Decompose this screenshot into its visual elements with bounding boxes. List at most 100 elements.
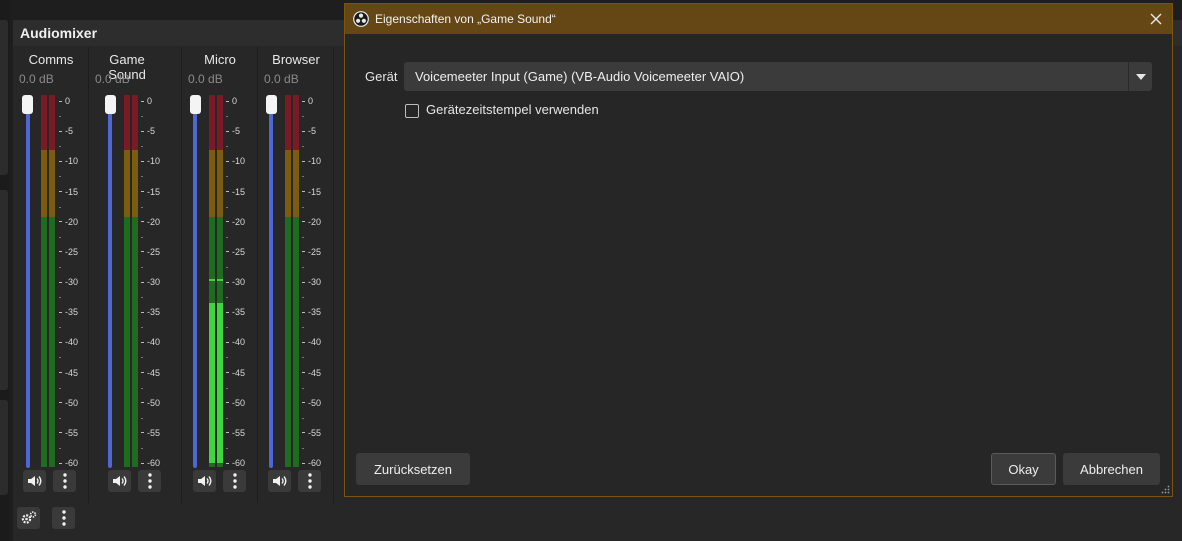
scale-minor-tick bbox=[302, 447, 307, 449]
scale-minor-tick bbox=[226, 297, 231, 299]
mute-button[interactable] bbox=[23, 470, 46, 492]
scale-label: -5 bbox=[147, 126, 156, 137]
volume-fader-handle[interactable] bbox=[190, 95, 201, 114]
dialog-title: Eigenschaften von „Game Sound“ bbox=[375, 12, 556, 26]
level-meter bbox=[209, 95, 215, 469]
scale-tick: 0 bbox=[59, 95, 70, 107]
channel-volume-db: 0.0 dB bbox=[95, 72, 130, 86]
scale-label: -40 bbox=[232, 337, 246, 348]
scale-tick: -55 bbox=[302, 427, 321, 439]
scale-tick: -5 bbox=[302, 125, 316, 137]
volume-fader-handle[interactable] bbox=[22, 95, 33, 114]
close-icon[interactable] bbox=[1146, 9, 1166, 29]
ok-button[interactable]: Okay bbox=[991, 453, 1056, 485]
peak-marker bbox=[209, 279, 215, 282]
scale-minor-tick bbox=[141, 176, 146, 178]
channel-menu-button[interactable] bbox=[298, 470, 321, 492]
scale-minor-tick bbox=[141, 146, 146, 148]
scale-label: -10 bbox=[232, 156, 246, 167]
scale-tick: -15 bbox=[59, 186, 78, 198]
mute-button[interactable] bbox=[193, 470, 216, 492]
speaker-icon bbox=[27, 476, 41, 486]
device-select[interactable]: Voicemeeter Input (Game) (VB-Audio Voice… bbox=[404, 62, 1152, 91]
level-meter bbox=[132, 95, 138, 469]
volume-fader-track[interactable] bbox=[108, 105, 112, 468]
scale-tick: -10 bbox=[302, 155, 321, 167]
scale-minor-tick bbox=[141, 116, 146, 118]
live-level bbox=[217, 303, 223, 463]
mixer-menu-button[interactable] bbox=[52, 507, 75, 529]
scale-label: -55 bbox=[232, 427, 246, 438]
scale-tick: 0 bbox=[302, 95, 313, 107]
level-meter bbox=[49, 95, 55, 469]
mixer-settings-button[interactable] bbox=[17, 507, 40, 529]
scale-tick: -35 bbox=[302, 306, 321, 318]
scale-tick: -25 bbox=[302, 246, 321, 258]
scale-tick: 0 bbox=[141, 95, 152, 107]
scale-label: -35 bbox=[232, 307, 246, 318]
dialog-titlebar[interactable]: Eigenschaften von „Game Sound“ bbox=[345, 4, 1172, 34]
scale-tick: -45 bbox=[226, 367, 245, 379]
scale-label: -15 bbox=[147, 186, 161, 197]
cancel-button[interactable]: Abbrechen bbox=[1063, 453, 1160, 485]
kebab-menu-icon bbox=[307, 473, 312, 489]
scale-label: -20 bbox=[308, 216, 322, 227]
volume-fader-track[interactable] bbox=[193, 105, 197, 468]
scale-label: -10 bbox=[147, 156, 161, 167]
reset-button[interactable]: Zurücksetzen bbox=[356, 453, 470, 485]
channel-name: Browser bbox=[272, 52, 320, 67]
scale-label: -5 bbox=[65, 126, 74, 137]
scale-tick: -40 bbox=[141, 336, 160, 348]
scale-label: -35 bbox=[308, 307, 322, 318]
mixer-channel-micro: Micro 0.0 dB 0 -5 -10 -15 -20 -25 -30 -35 -40 -45… bbox=[182, 47, 258, 503]
scale-tick: -25 bbox=[141, 246, 160, 258]
scale-minor-tick bbox=[59, 447, 64, 449]
scale-label: -60 bbox=[232, 458, 246, 468]
scale-tick: -50 bbox=[141, 397, 160, 409]
channel-name: Comms bbox=[28, 52, 74, 67]
scale-label: -45 bbox=[147, 367, 161, 378]
scale-minor-tick bbox=[302, 176, 307, 178]
scale-label: -10 bbox=[65, 156, 79, 167]
scale-tick: -50 bbox=[59, 397, 78, 409]
volume-fader-track[interactable] bbox=[26, 105, 30, 468]
timestamp-checkbox-label[interactable]: Gerätezeitstempel verwenden bbox=[426, 102, 599, 117]
scale-label: -55 bbox=[308, 427, 322, 438]
timestamp-checkbox[interactable] bbox=[405, 104, 419, 118]
mute-button[interactable] bbox=[268, 470, 291, 492]
scale-tick: -55 bbox=[226, 427, 245, 439]
volume-fader-handle[interactable] bbox=[266, 95, 277, 114]
level-meter bbox=[217, 95, 223, 469]
scale-label: -25 bbox=[308, 246, 322, 257]
scale-minor-tick bbox=[59, 266, 64, 268]
device-select-dropdown[interactable] bbox=[1128, 62, 1152, 91]
scale-tick: -20 bbox=[226, 216, 245, 228]
scale-tick: -55 bbox=[59, 427, 78, 439]
resize-grip-icon[interactable] bbox=[1161, 485, 1170, 494]
scale-tick: -20 bbox=[141, 216, 160, 228]
scale-minor-tick bbox=[59, 327, 64, 329]
channel-menu-button[interactable] bbox=[138, 470, 161, 492]
volume-fader-track[interactable] bbox=[269, 105, 273, 468]
mute-button[interactable] bbox=[108, 470, 131, 492]
scale-minor-tick bbox=[302, 116, 307, 118]
volume-fader-handle[interactable] bbox=[105, 95, 116, 114]
scale-minor-tick bbox=[302, 206, 307, 208]
scale-tick: -35 bbox=[226, 306, 245, 318]
channel-menu-button[interactable] bbox=[223, 470, 246, 492]
scale-tick: -60 bbox=[59, 457, 78, 469]
scale-minor-tick bbox=[141, 327, 146, 329]
scale-tick: -45 bbox=[302, 367, 321, 379]
channel-menu-button[interactable] bbox=[53, 470, 76, 492]
scale-label: -35 bbox=[65, 307, 79, 318]
scale-minor-tick bbox=[59, 387, 64, 389]
live-level bbox=[209, 303, 215, 463]
mixer-channel-comms: Comms 0.0 dB 0 -5 -10 -15 -20 -25 -30 -35 -40 -45… bbox=[13, 47, 89, 503]
scale-label: -20 bbox=[147, 216, 161, 227]
scale-tick: -45 bbox=[141, 367, 160, 379]
scale-minor-tick bbox=[141, 417, 146, 419]
scale-label: -60 bbox=[147, 458, 161, 468]
scale-tick: -35 bbox=[59, 306, 78, 318]
scale-label: -55 bbox=[65, 427, 79, 438]
scale-minor-tick bbox=[141, 266, 146, 268]
